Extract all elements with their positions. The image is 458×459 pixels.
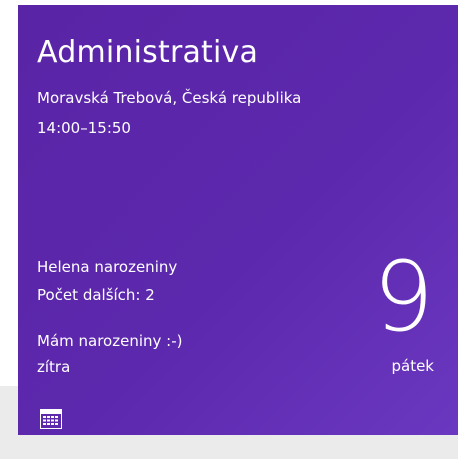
reminder-when: zítra xyxy=(37,358,71,376)
more-events-count: Počet dalších: 2 xyxy=(37,286,155,304)
event-title: Administrativa xyxy=(37,35,259,70)
calendar-live-tile[interactable]: Administrativa Moravská Trebová, Česká r… xyxy=(18,5,458,435)
day-name: pátek xyxy=(391,357,434,375)
event-time: 14:00–15:50 xyxy=(37,119,131,137)
reminder-text: Mám narozeniny :-) xyxy=(37,332,183,350)
event-location: Moravská Trebová, Česká republika xyxy=(37,89,302,107)
day-number: 9 xyxy=(372,241,434,353)
birthday-name: Helena narozeniny xyxy=(37,258,178,276)
calendar-icon xyxy=(40,409,62,429)
